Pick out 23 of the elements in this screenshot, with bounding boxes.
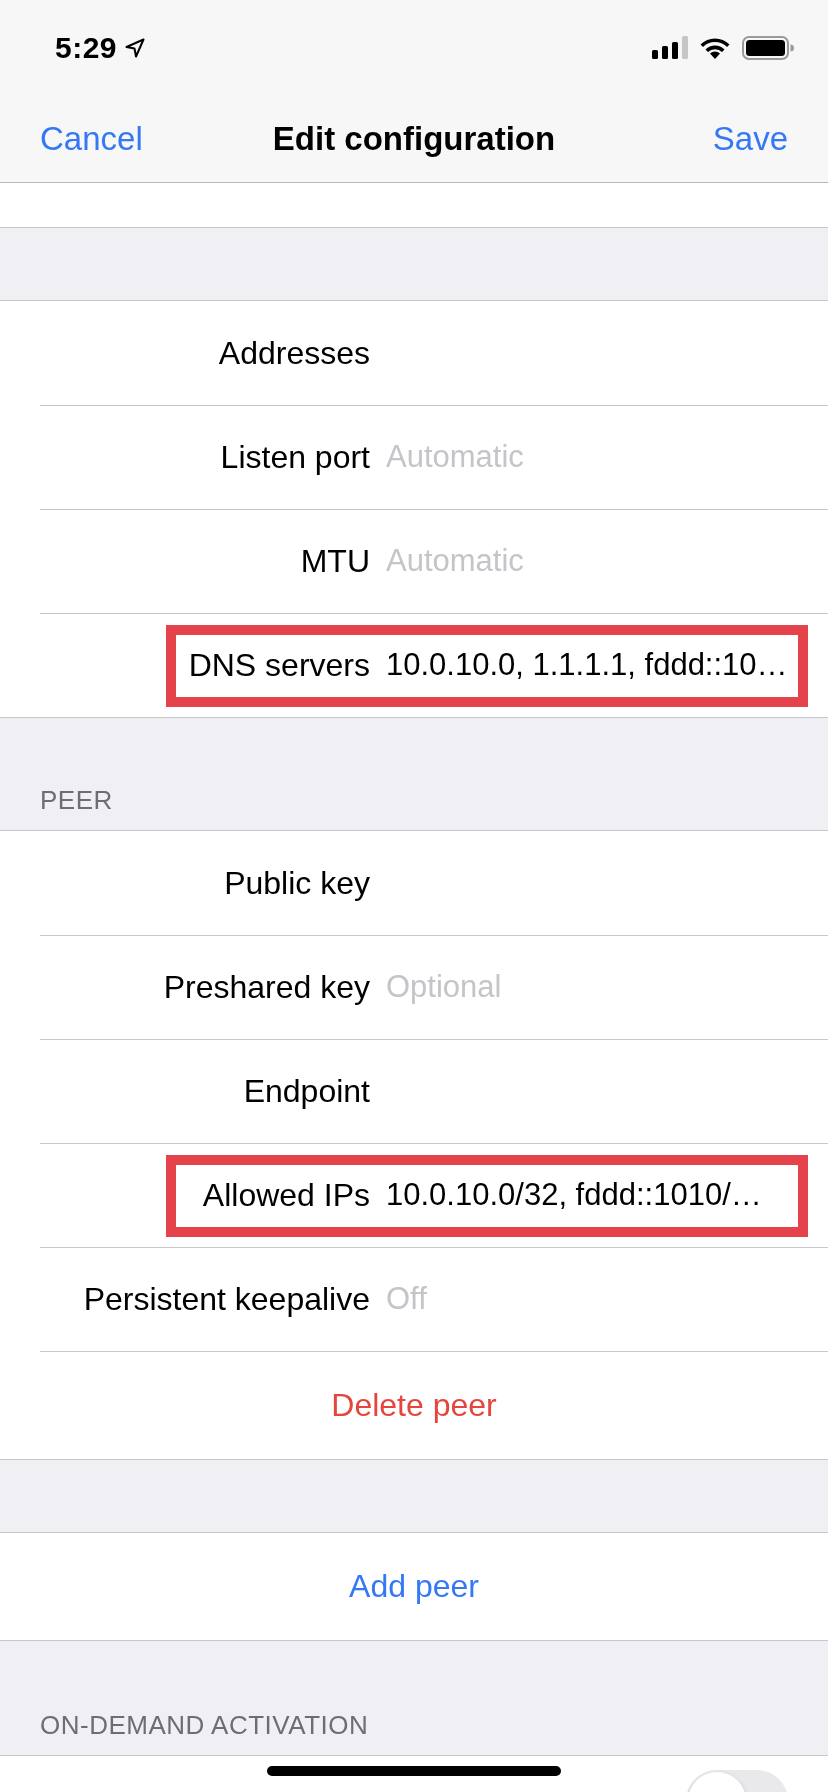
battery-icon <box>742 35 794 60</box>
field-label: Listen port <box>220 438 370 476</box>
field-label: Persistent keepalive <box>83 1280 370 1318</box>
field-label: MTU <box>300 542 370 580</box>
add-peer-button[interactable]: Add peer <box>349 1568 479 1605</box>
text-field[interactable]: 10.0.10.0/32, fddd::1010/… <box>386 1177 804 1213</box>
text-field[interactable]: 10.0.10.0, 1.1.1.1, fddd::10… <box>386 647 804 683</box>
field-label: DNS servers <box>188 646 370 684</box>
field-label: Endpoint <box>243 1072 370 1110</box>
field-label: Public key <box>224 864 370 902</box>
wifi-icon <box>699 36 731 59</box>
section-header: ON-DEMAND ACTIVATION <box>40 1710 369 1741</box>
field-label: Preshared key <box>163 968 370 1006</box>
cancel-button[interactable]: Cancel <box>40 119 143 158</box>
section-header: PEER <box>40 785 113 816</box>
screen-title: Edit configuration <box>272 119 556 158</box>
delete-peer-button[interactable]: Delete peer <box>331 1386 497 1424</box>
field-label: Allowed IPs <box>202 1176 370 1214</box>
status-time: 5:29 <box>55 30 118 65</box>
field-label: Addresses <box>218 334 370 372</box>
cellular-signal-icon <box>652 36 688 59</box>
location-arrow-icon <box>125 37 146 58</box>
save-button[interactable]: Save <box>712 119 788 158</box>
